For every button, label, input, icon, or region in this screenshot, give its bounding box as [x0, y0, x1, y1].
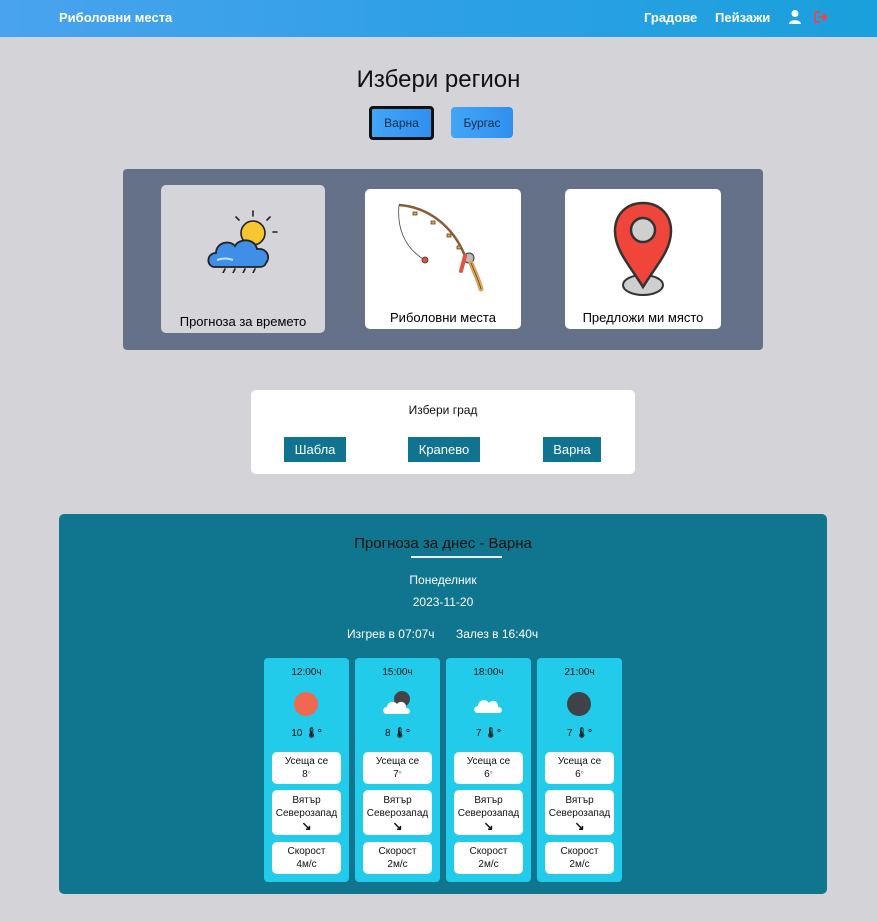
- tile-weather-forecast[interactable]: Прогноза за времето: [161, 185, 325, 333]
- city-select-box: Избери град Шабла Краnево Варна: [251, 390, 635, 474]
- wind-direction-arrow: ↘: [574, 819, 585, 833]
- forecast-title: Прогноза за днес - Варна: [354, 535, 532, 552]
- feels-like-box: Усеща се 7°: [363, 752, 432, 784]
- hour-temperature: 7 🌡°: [566, 728, 593, 739]
- feels-like-box: Усеща се 6°: [454, 752, 523, 784]
- wind-speed-box: Скорост 2м/с: [454, 842, 523, 874]
- title-underline: [411, 556, 502, 558]
- wind-box: Вятър Северозапад ↘: [454, 790, 523, 835]
- hour-temperature: 10 🌡°: [291, 728, 322, 739]
- hour-time: 21:00ч: [564, 667, 595, 678]
- hour-time: 18:00ч: [473, 667, 504, 678]
- city-button-shabla[interactable]: Шабла: [284, 437, 346, 462]
- wind-direction-arrow: ↘: [301, 819, 312, 833]
- wind-box: Вятър Северозапад ↘: [545, 790, 614, 835]
- wind-direction-arrow: ↘: [392, 819, 403, 833]
- sunrise-time: Изгрев в 07:07ч: [347, 627, 435, 641]
- wind-box: Вятър Северозапад ↘: [363, 790, 432, 835]
- city-button-varna[interactable]: Варна: [543, 437, 601, 462]
- logout-icon[interactable]: [814, 9, 828, 25]
- wind-direction-arrow: ↘: [483, 819, 494, 833]
- region-button-varna[interactable]: Варна: [369, 106, 434, 140]
- moon-icon: [567, 692, 591, 716]
- hour-time: 15:00ч: [382, 667, 413, 678]
- sunset-time: Залез в 16:40ч: [456, 627, 539, 641]
- tile-fishing-spots[interactable]: Риболовни места: [365, 189, 521, 329]
- top-navbar: Риболовни места Градове Пейзажи: [0, 0, 877, 37]
- nav-link-cities[interactable]: Градове: [644, 10, 697, 25]
- sun-icon: [294, 692, 318, 716]
- city-select-title: Избери град: [408, 403, 478, 417]
- user-icon[interactable]: [788, 9, 802, 25]
- hour-temperature: 7 🌡°: [475, 728, 502, 739]
- hour-card: 12:00ч 10 🌡° Усеща се 8° Вятър Северозап…: [264, 658, 349, 882]
- fishing-rod-icon: [398, 203, 484, 292]
- hour-card: 15:00ч 8 🌡° Усеща се 7° Вятър Северозапа…: [355, 658, 440, 882]
- cloud-moon-icon: [383, 691, 410, 714]
- hour-card: 21:00ч 7 🌡° Усеща се 6° Вятър Северозапа…: [537, 658, 622, 882]
- forecast-day: Понеделник: [409, 573, 477, 587]
- wind-speed-box: Скорост 2м/с: [363, 842, 432, 874]
- tile-label: Прогноза за времето: [179, 314, 307, 329]
- feature-panel: Прогноза за времето Риболовни места Пред…: [123, 169, 763, 350]
- nav-link-landscapes[interactable]: Пейзажи: [715, 10, 770, 25]
- feels-like-box: Усеща се 8°: [272, 752, 341, 784]
- tile-label: Риболовни места: [390, 310, 496, 325]
- city-button-kranevo[interactable]: Краnево: [408, 437, 480, 462]
- wind-speed-box: Скорост 2м/с: [545, 842, 614, 874]
- tile-suggest-place[interactable]: Предложи ми място: [565, 189, 721, 329]
- hour-temperature: 8 🌡°: [384, 728, 411, 739]
- hour-card: 18:00ч 7 🌡° Усеща се 6° Вятър Северозапа…: [446, 658, 531, 882]
- weather-icon: [207, 210, 278, 273]
- region-button-burgas[interactable]: Бургас: [451, 107, 513, 138]
- region-title: Избери регион: [356, 66, 521, 93]
- map-pin-icon: [613, 201, 673, 296]
- brand-link[interactable]: Риболовни места: [59, 10, 172, 25]
- hour-time: 12:00ч: [291, 667, 322, 678]
- tile-label: Предложи ми място: [582, 310, 704, 325]
- cloud-icon: [474, 700, 502, 713]
- forecast-panel: Прогноза за днес - Варна Понеделник 2023…: [59, 514, 827, 894]
- wind-box: Вятър Северозапад ↘: [272, 790, 341, 835]
- forecast-date: 2023-11-20: [412, 595, 474, 609]
- wind-speed-box: Скорост 4м/с: [272, 842, 341, 874]
- feels-like-box: Усеща се 6°: [545, 752, 614, 784]
